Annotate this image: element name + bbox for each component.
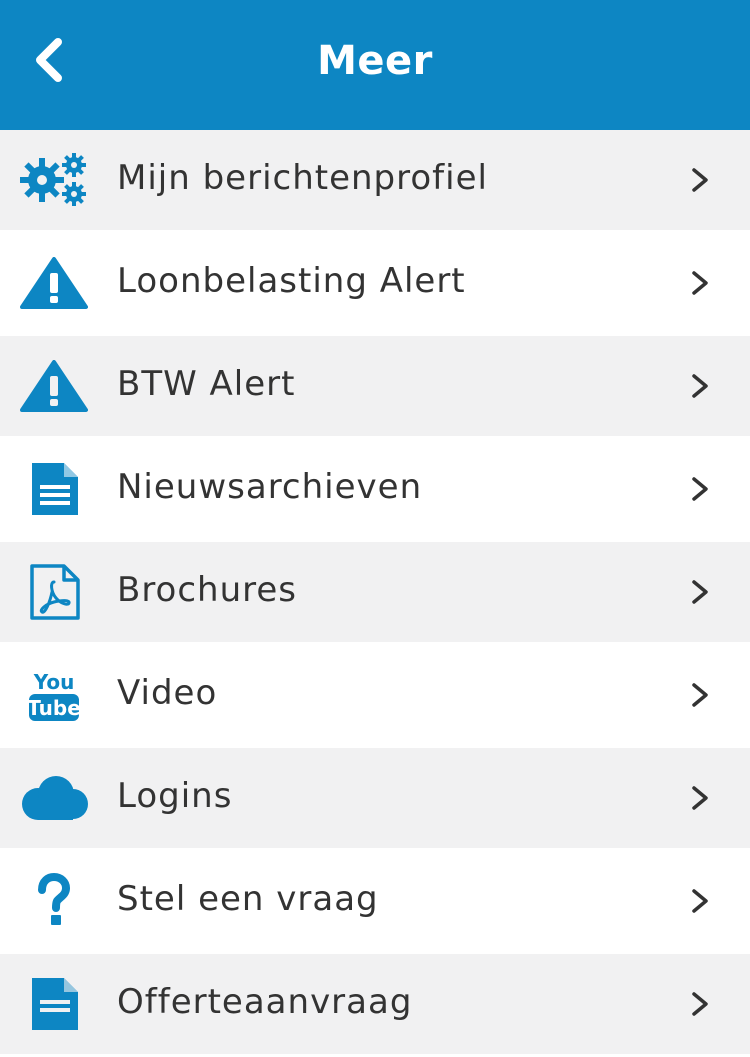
menu-item-ask-question[interactable]: Stel een vraag (0, 851, 750, 951)
chevron-right-icon (692, 683, 708, 707)
chevron-right-icon (692, 786, 708, 810)
menu-item-quote-request[interactable]: Offerteaanvraag (0, 954, 750, 1054)
menu-item-label: Brochures (117, 570, 298, 610)
menu-item-vat-alert[interactable]: BTW Alert (0, 336, 750, 436)
document-icon (32, 978, 78, 1030)
svg-text:You: You (33, 670, 75, 694)
gears-icon (20, 153, 86, 206)
chevron-right-icon (692, 580, 708, 604)
menu-item-label: Nieuwsarchieven (117, 467, 423, 507)
menu-item-label: Mijn berichtenprofiel (117, 158, 488, 198)
svg-text:Tube: Tube (27, 696, 81, 720)
more-menu: Mijn berichtenprofiel Loonbelasting Aler… (0, 130, 750, 1057)
document-icon (32, 463, 78, 515)
chevron-right-icon (692, 374, 708, 398)
menu-item-label: Logins (117, 776, 233, 816)
chevron-right-icon (692, 271, 708, 295)
chevron-right-icon (692, 168, 708, 192)
cloud-icon (22, 776, 88, 820)
menu-item-label: BTW Alert (117, 364, 296, 404)
question-icon (38, 873, 71, 925)
chevron-right-icon (692, 992, 708, 1016)
menu-item-payroll-tax-alert[interactable]: Loonbelasting Alert (0, 233, 750, 333)
app-header: Meer (0, 0, 750, 130)
menu-item-label: Offerteaanvraag (117, 982, 413, 1022)
warning-icon (20, 257, 88, 309)
pdf-icon (30, 564, 80, 620)
chevron-right-icon (692, 889, 708, 913)
youtube-icon: You Tube (27, 670, 81, 721)
menu-item-label: Loonbelasting Alert (117, 261, 466, 301)
menu-item-message-profile[interactable]: Mijn berichtenprofiel (0, 130, 750, 230)
menu-item-label: Video (117, 673, 218, 713)
warning-icon (20, 360, 88, 412)
menu-item-label: Stel een vraag (117, 879, 379, 919)
menu-item-video[interactable]: You Tube Video (0, 645, 750, 745)
menu-item-brochures[interactable]: Brochures (0, 542, 750, 642)
chevron-right-icon (692, 477, 708, 501)
menu-item-news-archives[interactable]: Nieuwsarchieven (0, 439, 750, 539)
page-title: Meer (317, 38, 433, 84)
menu-item-logins[interactable]: Logins (0, 748, 750, 848)
